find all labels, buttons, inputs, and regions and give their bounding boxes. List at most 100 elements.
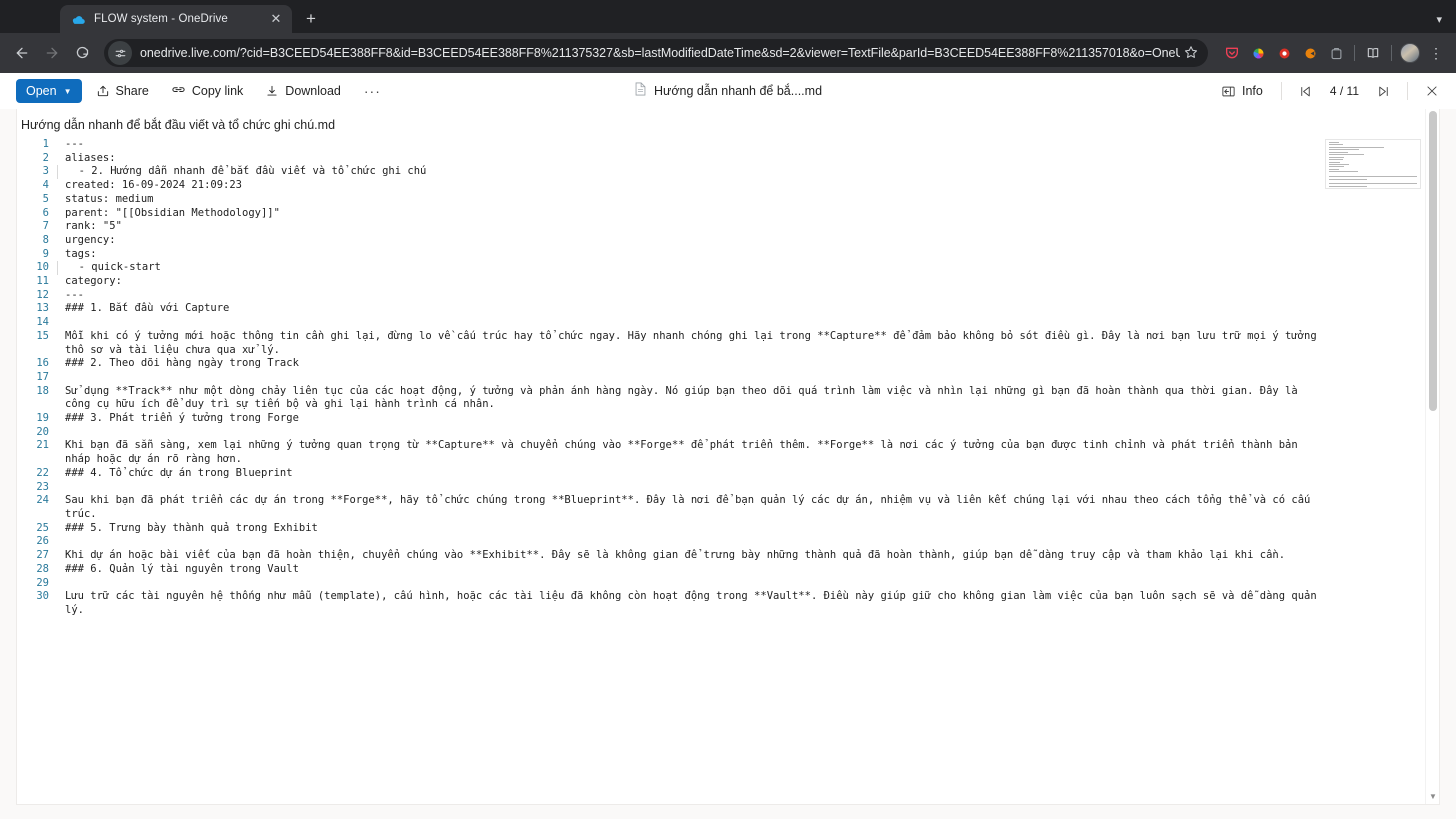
minimap-line	[1329, 166, 1344, 168]
line-text: - 2. Hướng dẫn nhanh để bắt đầu viết và …	[57, 165, 1321, 180]
site-settings-icon[interactable]	[108, 41, 132, 65]
code-line: 3 - 2. Hướng dẫn nhanh để bắt đầu viết v…	[17, 165, 1321, 180]
close-icon[interactable]	[1418, 78, 1446, 104]
code-line: 16 ### 2. Theo dõi hàng ngày trong Track	[17, 357, 1321, 371]
browser-window: FLOW system - OneDrive ✕ + ▾ onedrive.li…	[0, 0, 1456, 819]
horizontal-scrollbar[interactable]	[17, 794, 1425, 804]
code-line: 26	[17, 535, 1321, 549]
line-number: 1	[42, 138, 49, 150]
pacman-extension-icon[interactable]	[1298, 41, 1322, 65]
chevron-down-icon[interactable]: ▼	[1426, 790, 1439, 804]
reading-list-icon[interactable]	[1361, 41, 1385, 65]
download-button[interactable]: Download	[257, 78, 349, 104]
minimap-line	[1329, 188, 1417, 189]
line-text	[61, 577, 1321, 591]
copy-link-button[interactable]: Copy link	[163, 78, 251, 104]
document-sheet: Hướng dẫn nhanh để bắt đầu viết và tổ ch…	[16, 109, 1440, 805]
line-number: 8	[42, 233, 49, 246]
minimap-line	[1329, 144, 1343, 146]
document-minimap[interactable]	[1325, 139, 1421, 189]
clipboard-extension-icon[interactable]	[1324, 41, 1348, 65]
tab-strip: FLOW system - OneDrive ✕ + ▾	[0, 0, 1456, 33]
line-text: Mỗi khi có ý tưởng mới hoặc thông tin cầ…	[65, 329, 1323, 356]
line-text: Lưu trữ các tài nguyên hệ thống như mẫu …	[65, 590, 1323, 616]
line-number: 6	[42, 206, 49, 219]
line-text: ### 5. Trưng bày thành quả trong Exhibit	[65, 521, 318, 534]
tabstrip-controls: ▾	[1430, 10, 1448, 29]
line-text: aliases:	[65, 151, 116, 164]
code-line: 14	[17, 316, 1321, 330]
code-line: 27 Khi dự án hoặc bài viết của bạn đã hoà…	[17, 549, 1321, 563]
line-number: 20	[36, 425, 49, 438]
open-button[interactable]: Open ▼	[16, 79, 82, 103]
profile-avatar[interactable]	[1398, 41, 1422, 65]
record-extension-icon[interactable]	[1272, 41, 1296, 65]
line-number: 27	[36, 549, 49, 562]
minimap-line	[1329, 163, 1349, 165]
code-line: 25 ### 5. Trưng bày thành quả trong Exhib…	[17, 522, 1321, 536]
line-number: 5	[42, 192, 49, 205]
new-tab-button[interactable]: +	[298, 6, 324, 32]
minimap-line	[1329, 151, 1348, 153]
address-bar[interactable]: onedrive.live.com/?cid=B3CEED54EE388FF8&…	[104, 39, 1208, 67]
line-text: Khi bạn đã sẵn sàng, xem lại những ý tưở…	[65, 439, 1305, 466]
line-text: created: 16-09-2024 21:09:23	[65, 179, 243, 192]
chevron-down-icon[interactable]: ▾	[1430, 10, 1448, 29]
previous-item-icon[interactable]	[1292, 78, 1320, 104]
info-panel-icon	[1221, 84, 1236, 99]
close-icon[interactable]: ✕	[268, 11, 284, 27]
extensions-area: ⋮	[1216, 41, 1448, 65]
code-lines[interactable]: 1 --- 2 aliases: 3 - 2. Hướng dẫn nhanh để b…	[17, 138, 1439, 618]
line-text: urgency:	[65, 233, 116, 246]
share-button[interactable]: Share	[88, 78, 157, 104]
line-text: ---	[65, 288, 84, 301]
line-text	[61, 535, 1321, 549]
arrow-right-icon[interactable]	[38, 39, 66, 67]
tab-title: FLOW system - OneDrive	[94, 13, 228, 25]
file-name-label: Hướng dẫn nhanh để bắ....md	[653, 84, 823, 98]
info-label: Info	[1242, 84, 1263, 98]
line-number: 19	[36, 412, 49, 425]
minimap-line	[1329, 154, 1365, 156]
pocket-extension-icon[interactable]	[1220, 41, 1244, 65]
vertical-scrollbar[interactable]: ▲ ▼	[1425, 109, 1439, 804]
browser-tab[interactable]: FLOW system - OneDrive ✕	[60, 5, 292, 33]
line-number: 11	[36, 275, 49, 288]
divider	[1354, 45, 1355, 61]
kebab-menu-icon[interactable]: ⋮	[1424, 41, 1448, 65]
star-icon[interactable]	[1180, 45, 1202, 62]
next-item-icon[interactable]	[1369, 78, 1397, 104]
line-number: 15	[36, 329, 49, 342]
line-number: 13	[36, 302, 49, 315]
download-icon	[265, 84, 279, 98]
reload-icon[interactable]	[68, 39, 96, 67]
minimap-line	[1329, 146, 1384, 148]
line-text: ---	[65, 138, 84, 150]
divider	[1391, 45, 1392, 61]
code-line: 2 aliases:	[17, 152, 1321, 166]
line-text: category:	[65, 275, 122, 288]
line-number: 29	[36, 576, 49, 589]
code-line: 7 rank: "5"	[17, 220, 1321, 234]
more-commands-button[interactable]: ···	[355, 78, 390, 104]
code-line: 9 tags:	[17, 248, 1321, 262]
viewer-right-controls: Info 4 / 11	[1207, 78, 1446, 104]
arrow-left-icon[interactable]	[8, 39, 36, 67]
line-number: 24	[36, 494, 49, 507]
code-line: 28 ### 6. Quản lý tài nguyên trong Vault	[17, 563, 1321, 577]
code-line: 15 Mỗi khi có ý tưởng mới hoặc thông tin …	[17, 330, 1321, 357]
line-text	[61, 481, 1321, 495]
line-text: ### 4. Tổ chức dự án trong Blueprint	[65, 466, 293, 479]
line-number: 12	[36, 288, 49, 301]
code-line: 1 ---	[17, 138, 1321, 152]
info-button[interactable]: Info	[1213, 78, 1271, 104]
line-number: 17	[36, 370, 49, 383]
line-number: 18	[36, 384, 49, 397]
color-wheel-extension-icon[interactable]	[1246, 41, 1270, 65]
code-line: 20	[17, 426, 1321, 440]
minimap-line	[1329, 178, 1367, 180]
scrollbar-thumb[interactable]	[1429, 111, 1437, 411]
line-text	[61, 316, 1321, 330]
line-text: - quick-start	[57, 261, 1321, 276]
code-line: 29	[17, 577, 1321, 591]
